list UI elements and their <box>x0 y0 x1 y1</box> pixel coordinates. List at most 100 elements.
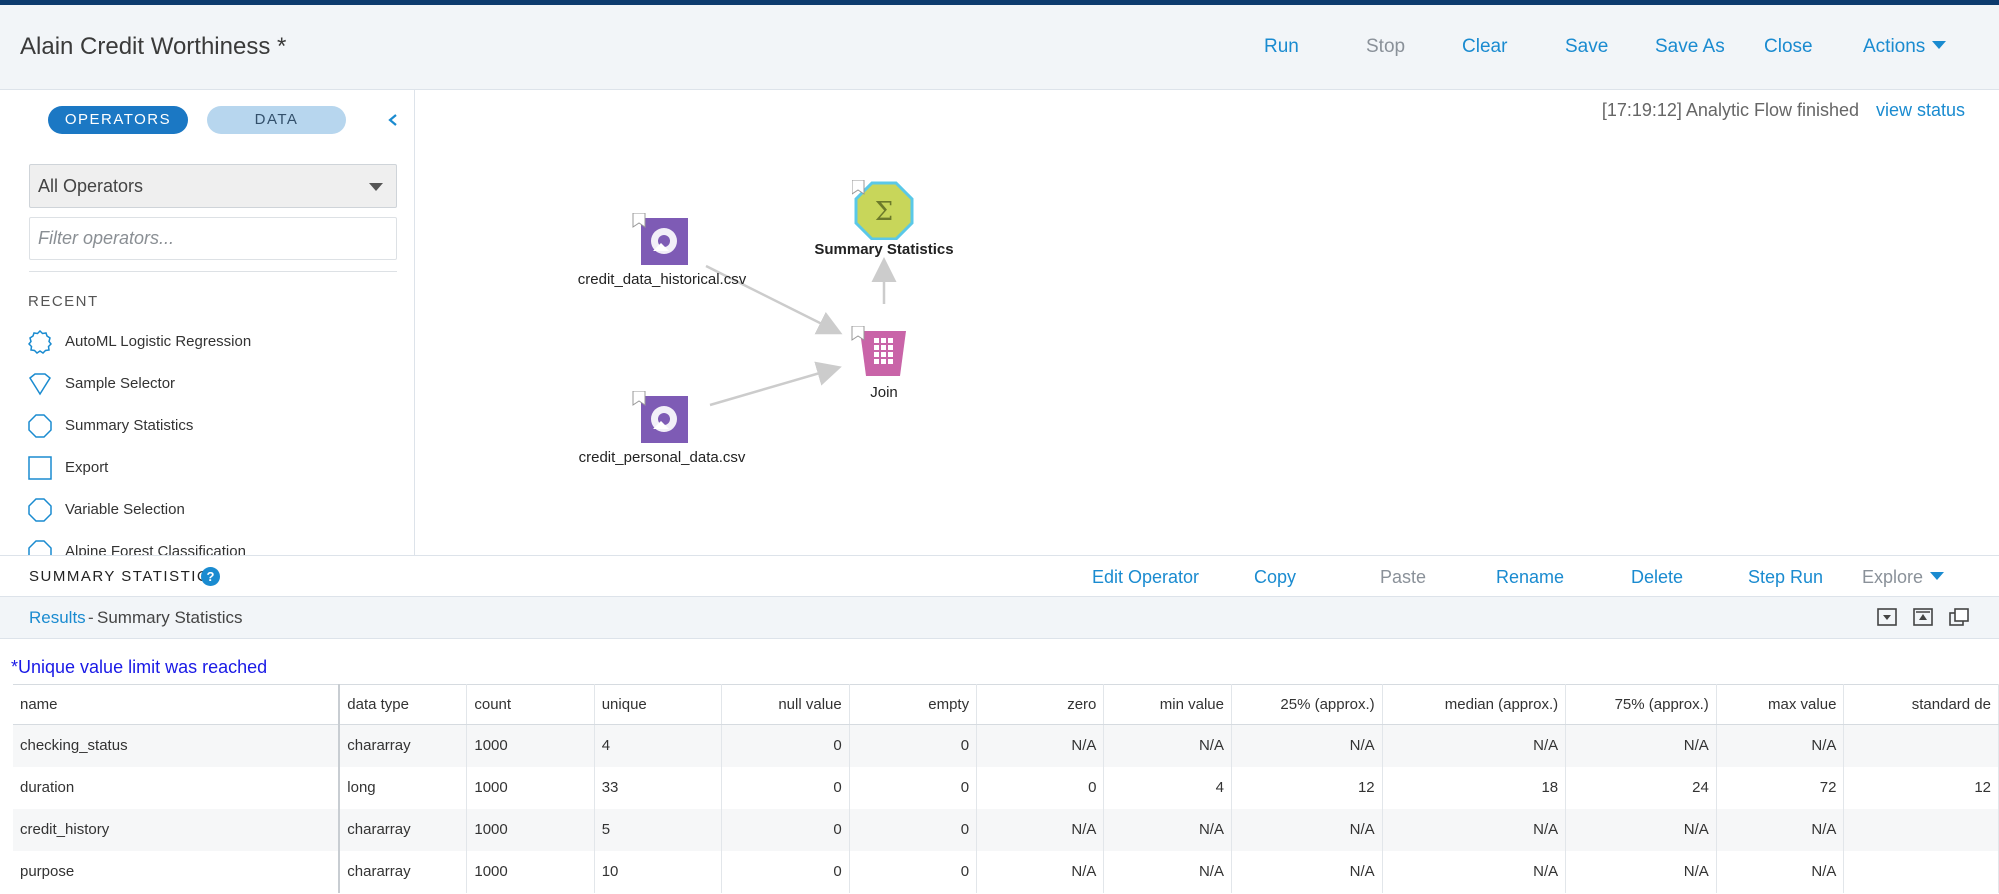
popout-panel-icon[interactable] <box>1948 606 1970 628</box>
join-table-icon <box>851 325 906 376</box>
square-outline-icon <box>28 456 52 480</box>
dataset-node-credit-personal-data[interactable] <box>631 390 691 448</box>
delete-button[interactable]: Delete <box>1631 567 1683 588</box>
dataset-icon <box>632 212 688 265</box>
clear-button[interactable]: Clear <box>1462 36 1507 58</box>
filter-operators-input[interactable] <box>29 217 397 260</box>
column-header[interactable]: min value <box>1103 684 1232 725</box>
close-button[interactable]: Close <box>1764 36 1813 58</box>
sidebar-divider <box>29 271 397 272</box>
table-cell: N/A <box>1716 724 1845 767</box>
table-cell: long <box>339 766 468 809</box>
actions-menu-label: Actions <box>1863 36 1926 57</box>
operator-panel-bar: SUMMARY STATISTICS ? Edit Operator Copy … <box>0 555 1999 597</box>
help-icon[interactable]: ? <box>201 567 220 586</box>
table-cell: N/A <box>976 808 1105 851</box>
recent-item-alpine-forest-classification[interactable]: Alpine Forest Classification <box>28 538 408 555</box>
hexagon-outline-icon <box>28 540 52 555</box>
minimize-panel-icon[interactable] <box>1876 606 1898 628</box>
copy-button[interactable]: Copy <box>1254 567 1296 588</box>
run-button[interactable]: Run <box>1264 36 1299 58</box>
recent-item-summary-statistics[interactable]: Summary Statistics <box>28 412 408 440</box>
recent-item-label: Alpine Forest Classification <box>65 543 246 555</box>
table-cell: chararray <box>339 850 468 893</box>
join-node[interactable] <box>850 325 910 383</box>
tab-operators[interactable]: OPERATORS <box>48 106 188 134</box>
column-header[interactable]: unique <box>594 684 723 725</box>
summary-statistics-node[interactable]: Σ <box>851 179 916 245</box>
column-header[interactable]: standard de <box>1843 684 1999 725</box>
save-as-button[interactable]: Save As <box>1655 36 1725 58</box>
actions-menu-button[interactable]: Actions <box>1863 36 1947 58</box>
recent-item-label: Export <box>65 459 109 476</box>
operator-category-select[interactable]: All Operators <box>29 164 397 208</box>
table-cell: 0 <box>976 766 1105 809</box>
table-cell: 0 <box>721 808 850 851</box>
results-link[interactable]: Results <box>29 608 86 628</box>
column-header[interactable]: empty <box>849 684 978 725</box>
dataset-node-credit-data-historical[interactable] <box>631 212 691 270</box>
table-cell: 33 <box>594 766 723 809</box>
step-run-button[interactable]: Step Run <box>1748 567 1823 588</box>
column-header[interactable]: zero <box>976 684 1105 725</box>
table-cell: 0 <box>721 766 850 809</box>
connection-lines <box>705 257 897 407</box>
table-cell <box>1843 850 1999 893</box>
stop-button[interactable]: Stop <box>1366 36 1405 58</box>
maximize-panel-icon[interactable] <box>1912 606 1934 628</box>
table-cell: 1000 <box>466 766 595 809</box>
node-label-join: Join <box>870 384 898 401</box>
operator-category-value: All Operators <box>38 176 144 196</box>
column-header[interactable]: 75% (approx.) <box>1565 684 1717 725</box>
table-cell: N/A <box>1716 808 1845 851</box>
explore-menu-button[interactable]: Explore <box>1862 567 1945 588</box>
summary-statistics-table: name data type count unique null value e… <box>13 684 1999 893</box>
table-cell: 1000 <box>466 808 595 851</box>
tab-data[interactable]: DATA <box>207 106 346 134</box>
paste-button[interactable]: Paste <box>1380 567 1426 588</box>
chevron-down-icon <box>1930 572 1945 580</box>
breadcrumb-separator: - <box>88 608 94 627</box>
recent-item-export[interactable]: Export <box>28 454 408 482</box>
table-row: checking_status chararray 1000 4 0 0 N/A… <box>13 724 1999 767</box>
table-cell: credit_history <box>13 808 341 851</box>
column-header[interactable]: name <box>13 684 341 725</box>
table-cell: N/A <box>1103 808 1232 851</box>
column-header[interactable]: median (approx.) <box>1382 684 1567 725</box>
workflow-canvas[interactable]: [17:19:12] Analytic Flow finished view s… <box>416 90 1999 555</box>
table-cell: duration <box>13 766 341 809</box>
node-label-summary: Summary Statistics <box>814 241 954 258</box>
recent-heading: RECENT <box>28 293 99 310</box>
recent-item-sample-selector[interactable]: Sample Selector <box>28 370 408 398</box>
table-cell: 10 <box>594 850 723 893</box>
column-header[interactable]: data type <box>339 684 468 725</box>
explore-label: Explore <box>1862 567 1924 587</box>
recent-item-label: Sample Selector <box>65 375 176 392</box>
recent-item-automl-logistic-regression[interactable]: AutoML Logistic Regression <box>28 328 408 356</box>
panel-title: SUMMARY STATISTICS <box>29 568 221 585</box>
column-header[interactable]: count <box>466 684 595 725</box>
table-row: duration long 1000 33 0 0 0 4 12 18 24 7… <box>13 766 1999 809</box>
collapse-sidebar-icon[interactable] <box>386 113 400 127</box>
table-cell: 0 <box>849 850 978 893</box>
table-row: credit_history chararray 1000 5 0 0 N/A … <box>13 808 1999 851</box>
table-cell: N/A <box>976 850 1105 893</box>
column-header[interactable]: 25% (approx.) <box>1231 684 1383 725</box>
sigma-icon: Σ <box>851 179 914 241</box>
edit-operator-button[interactable]: Edit Operator <box>1092 567 1199 588</box>
page-title: Alain Credit Worthiness * <box>20 33 287 60</box>
table-cell: N/A <box>1382 850 1567 893</box>
table-cell: 0 <box>849 808 978 851</box>
table-cell: N/A <box>976 724 1105 767</box>
save-button[interactable]: Save <box>1565 36 1608 58</box>
results-bar: Results - Summary Statistics <box>0 597 1999 639</box>
table-cell: N/A <box>1231 808 1383 851</box>
column-header[interactable]: max value <box>1716 684 1845 725</box>
column-header[interactable]: null value <box>721 684 850 725</box>
recent-item-variable-selection[interactable]: Variable Selection <box>28 496 408 524</box>
table-header-row: name data type count unique null value e… <box>13 684 1999 725</box>
table-cell: 12 <box>1231 766 1383 809</box>
node-label-historical: credit_data_historical.csv <box>577 271 747 288</box>
rename-button[interactable]: Rename <box>1496 567 1564 588</box>
node-label-personal: credit_personal_data.csv <box>578 449 746 466</box>
